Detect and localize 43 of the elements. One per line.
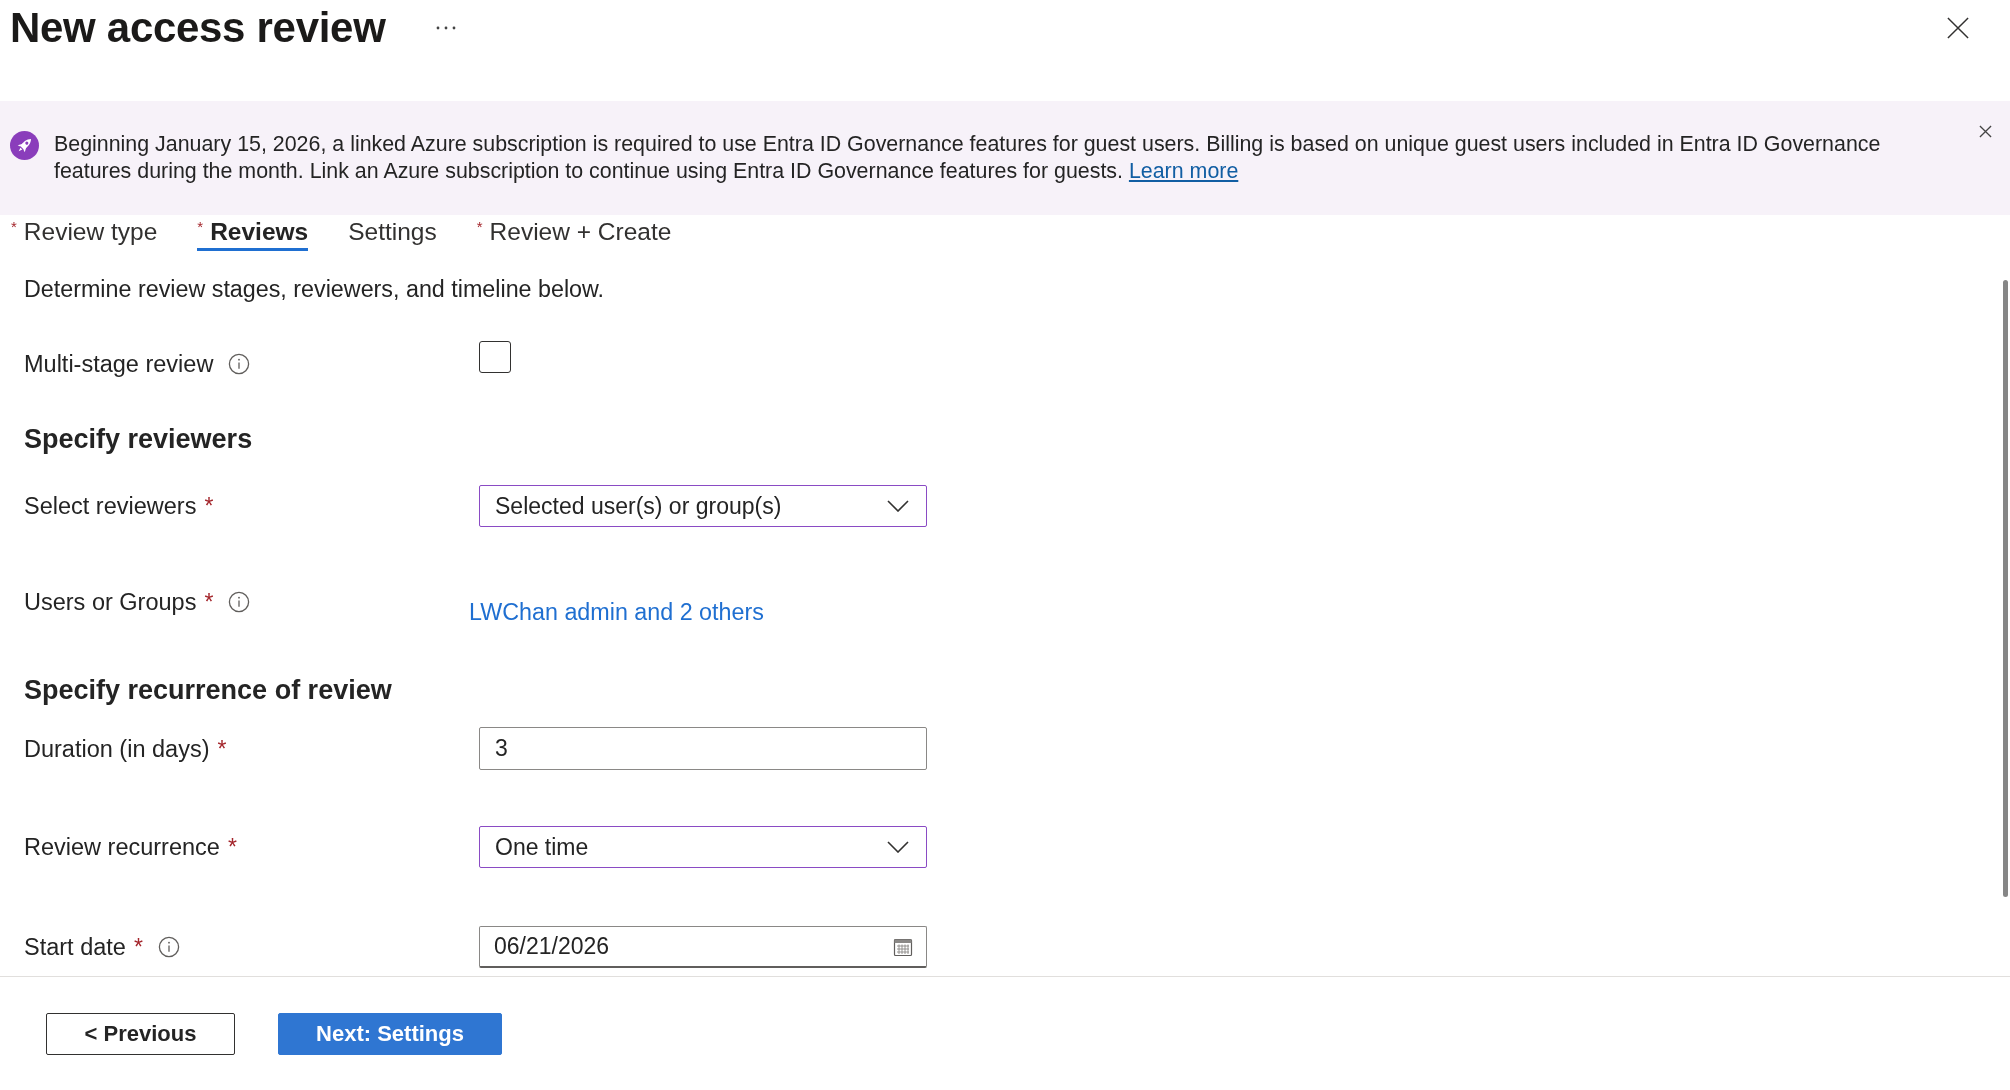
- info-icon[interactable]: [157, 936, 180, 958]
- dropdown[interactable]: Selected user(s) or group(s): [479, 485, 927, 527]
- chevron-down-icon: [887, 500, 909, 512]
- tab[interactable]: Settings: [348, 215, 437, 251]
- required-marker: *: [227, 834, 237, 860]
- section-heading: Specify recurrence of review: [24, 674, 393, 707]
- users-groups-link[interactable]: LWChan admin and 2 others: [469, 599, 764, 625]
- tab[interactable]: * Reviews: [197, 215, 309, 251]
- field-label: Duration (in days): [24, 735, 210, 762]
- field-label: Select reviewers: [24, 493, 197, 519]
- calendar-icon[interactable]: [893, 937, 913, 957]
- required-marker: *: [217, 735, 227, 762]
- rocket-icon: [10, 131, 39, 160]
- field-label: Start date: [24, 934, 126, 960]
- required-marker: *: [476, 218, 483, 235]
- close-icon[interactable]: [1947, 17, 1969, 39]
- chevron-down-icon: [887, 841, 909, 853]
- field-label: Multi-stage review: [24, 351, 214, 377]
- tab[interactable]: * Review type: [11, 215, 158, 251]
- required-marker: *: [204, 589, 214, 615]
- required-marker: *: [204, 493, 214, 519]
- required-marker: *: [133, 934, 143, 960]
- more-icon[interactable]: [435, 26, 456, 30]
- info-icon[interactable]: [228, 591, 251, 613]
- required-marker: *: [197, 218, 204, 235]
- tab[interactable]: * Review + Create: [476, 215, 672, 251]
- page-title: New access review: [10, 3, 386, 53]
- previous-button[interactable]: < Previous: [46, 1013, 235, 1055]
- text-field[interactable]: 3: [479, 727, 927, 770]
- section-heading: Specify reviewers: [24, 423, 254, 456]
- field-label: Review recurrence: [24, 834, 220, 860]
- intro-text: Determine review stages, reviewers, and timeline below.: [24, 276, 606, 302]
- field-label: Users or Groups: [24, 589, 197, 615]
- banner-message: Beginning January 15, 2026, a linked Azure subscription is required to use Entra ID Governance features for guest users. Billing is based on unique guest users included in Entra ID Governance features during the month. Link an Azure subscription to continue using Entra ID Governance features for guests. Learn more: [54, 131, 1882, 185]
- date-field[interactable]: 06/21/2026: [479, 926, 927, 968]
- next-button[interactable]: Next: Settings: [278, 1013, 502, 1055]
- info-icon[interactable]: [228, 353, 251, 375]
- learn-more-link[interactable]: Learn more: [1128, 159, 1239, 183]
- close-icon[interactable]: [1979, 125, 1992, 138]
- scrollbar-thumb[interactable]: [2003, 280, 2008, 897]
- dropdown[interactable]: One time: [479, 826, 927, 868]
- required-marker: *: [11, 218, 17, 235]
- checkbox[interactable]: [479, 341, 511, 373]
